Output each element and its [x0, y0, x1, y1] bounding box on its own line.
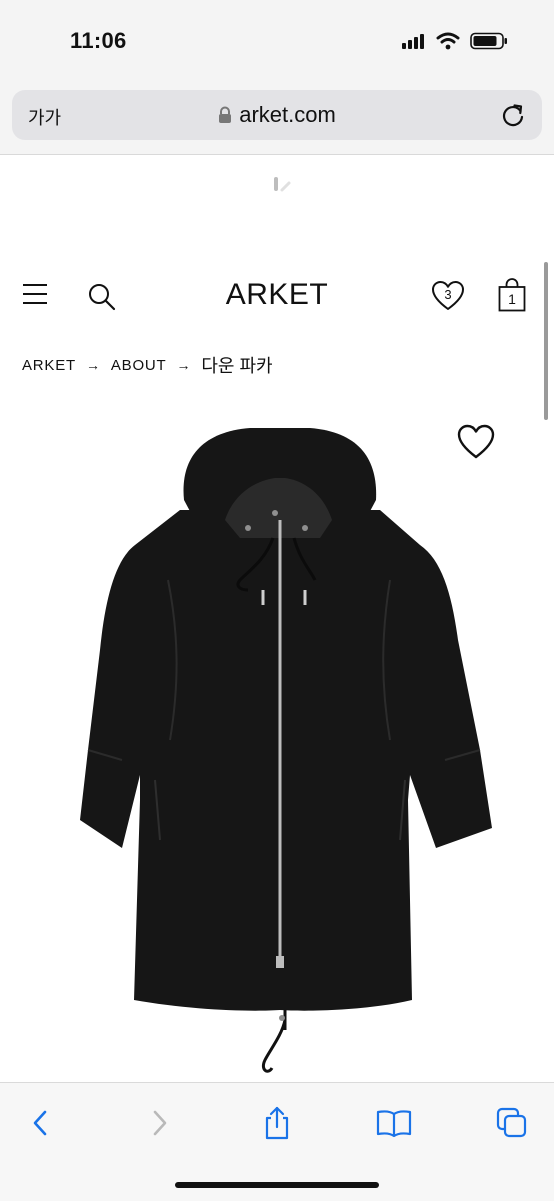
forward-button[interactable]: [140, 1103, 180, 1143]
status-bar: 11:06: [0, 0, 554, 80]
site-header: ARKET 3 1: [0, 270, 554, 326]
url-text: arket.com: [239, 102, 336, 127]
book-icon: [376, 1110, 412, 1138]
battery-icon: [470, 32, 507, 50]
signal-icon: [402, 34, 424, 49]
shopping-bag-button[interactable]: 1: [498, 278, 526, 312]
breadcrumb-item-arket[interactable]: ARKET: [22, 357, 76, 374]
wishlist-button[interactable]: 3: [431, 280, 465, 312]
tabs-icon: [496, 1107, 527, 1138]
lock-icon: [219, 106, 232, 123]
image-placeholder-icon: [274, 177, 291, 192]
chevron-left-icon: [33, 1110, 47, 1136]
product-image[interactable]: [60, 420, 500, 1080]
site-logo[interactable]: ARKET: [0, 278, 554, 312]
back-button[interactable]: [20, 1103, 60, 1143]
bookmarks-button[interactable]: [374, 1103, 414, 1143]
wifi-icon: [436, 32, 460, 50]
status-time: 11:06: [70, 28, 127, 53]
wishlist-count: 3: [444, 287, 452, 302]
status-icons: [402, 32, 508, 50]
bag-count: 1: [508, 291, 516, 307]
address-bar[interactable]: 가가 arket.com: [12, 90, 542, 140]
share-button[interactable]: [257, 1103, 297, 1143]
breadcrumb-item-current: 다운 파카: [201, 356, 273, 376]
chevron-right-icon: [153, 1110, 167, 1136]
page-scrollbar[interactable]: [544, 262, 548, 420]
heart-outline-icon[interactable]: [457, 424, 495, 460]
browser-address-area: 가가 arket.com: [0, 80, 554, 155]
tabs-button[interactable]: [492, 1103, 532, 1143]
breadcrumb-arrow-icon: →: [176, 357, 192, 373]
breadcrumb: ARKET → ABOUT → 다운 파카: [22, 352, 273, 378]
reload-icon[interactable]: [500, 102, 526, 128]
url-display[interactable]: arket.com: [12, 102, 542, 128]
share-icon: [265, 1106, 289, 1140]
breadcrumb-arrow-icon: →: [86, 357, 101, 373]
home-indicator[interactable]: [175, 1182, 379, 1188]
breadcrumb-item-about[interactable]: ABOUT: [111, 357, 167, 374]
